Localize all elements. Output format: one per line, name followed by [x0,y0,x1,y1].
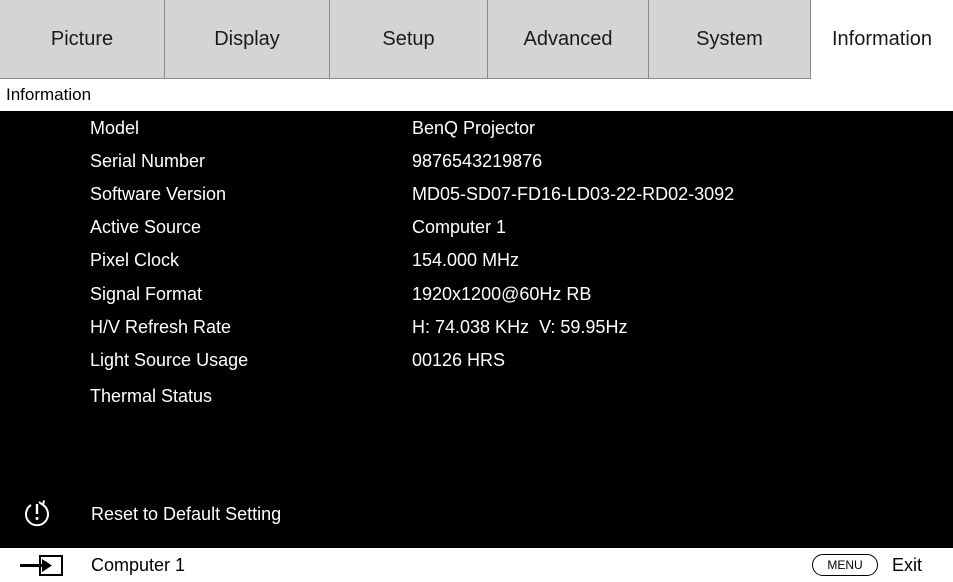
info-label: Thermal Status [90,386,213,406]
tab-advanced[interactable]: Advanced [488,0,649,79]
info-value: H: 74.038 KHz V: 59.95Hz [412,317,628,337]
reset-power-icon [25,500,49,527]
active-source-label: Computer 1 [91,555,186,575]
info-label: Light Source Usage [90,350,249,370]
info-row-pixel-clock: Pixel Clock 154.000 MHz [0,244,953,276]
tab-setup[interactable]: Setup [330,0,488,79]
tab-system[interactable]: System [649,0,811,79]
menu-button[interactable]: MENU [812,554,878,576]
info-value: Computer 1 [412,217,507,237]
info-value: 1920x1200@60Hz RB [412,284,592,304]
reset-to-default-button[interactable]: Reset to Default Setting [0,494,953,534]
info-row-serial-number: Serial Number 9876543219876 [0,145,953,177]
info-label: Signal Format [90,284,203,304]
input-source-icon [20,555,63,576]
info-label: Model [90,118,140,138]
info-row-model: Model BenQ Projector [0,112,953,144]
info-value: MD05-SD07-FD16-LD03-22-RD02-3092 [412,184,735,204]
info-row-signal-format: Signal Format 1920x1200@60Hz RB [0,278,953,310]
info-label: Active Source [90,217,202,237]
info-label: Software Version [90,184,227,204]
info-row-active-source: Active Source Computer 1 [0,211,953,243]
info-value: 154.000 MHz [412,250,520,270]
tab-display[interactable]: Display [165,0,330,79]
info-value: 9876543219876 [412,151,543,171]
tab-bar: Picture Display Setup Advanced System In… [0,0,953,79]
info-row-light-source-usage: Light Source Usage 00126 HRS [0,344,953,376]
reset-label: Reset to Default Setting [91,504,282,524]
info-row-hv-refresh-rate: H/V Refresh Rate H: 74.038 KHz V: 59.95H… [0,311,953,343]
info-label: H/V Refresh Rate [90,317,232,337]
info-label: Serial Number [90,151,206,171]
status-footer: Computer 1 MENU Exit [0,548,953,582]
info-value: 00126 HRS [412,350,506,370]
tab-information[interactable]: Information [811,0,953,79]
breadcrumb: Information [0,79,953,111]
information-panel: Model BenQ Projector Serial Number 98765… [0,111,953,548]
info-value: BenQ Projector [412,118,536,138]
info-label: Pixel Clock [90,250,180,270]
info-row-software-version: Software Version MD05-SD07-FD16-LD03-22-… [0,178,953,210]
info-row-thermal-status: Thermal Status [0,380,953,412]
tab-picture[interactable]: Picture [0,0,165,79]
exit-label: Exit [892,555,923,575]
